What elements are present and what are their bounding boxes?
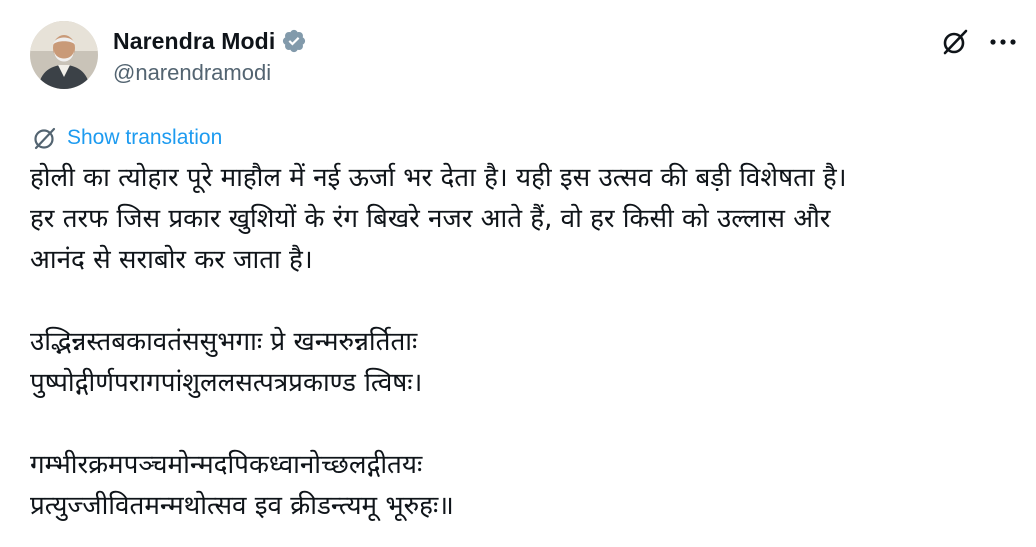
verified-badge-icon[interactable] (281, 28, 307, 54)
avatar-image (30, 21, 98, 89)
author-name-row: Narendra Modi (113, 24, 307, 58)
author-display-name[interactable]: Narendra Modi (113, 28, 275, 55)
tweet-card: Narendra Modi @narendramodi Show transla… (0, 0, 1036, 547)
tweet-line: गम्भीरक्रमपञ्चमोन्मदपिकध्वानोच्छलद्गीतयः (30, 450, 423, 480)
translate-globe-icon (32, 125, 58, 151)
tweet-line: पुष्पोद्गीर्णपरागपांशुललसत्पत्रप्रकाण्ड … (30, 368, 423, 398)
tweet-line: होली का त्योहार पूरे माहौल में नई ऊर्जा … (30, 163, 847, 193)
show-translation-link[interactable]: Show translation (32, 125, 222, 151)
tweet-text: होली का त्योहार पूरे माहौल में नई ऊर्जा … (30, 158, 1020, 527)
author-handle[interactable]: @narendramodi (113, 60, 307, 86)
tweet-line: प्रत्युज्जीवितमन्मथोत्सव इव क्रीडन्त्यमू… (30, 491, 454, 521)
tweet-line: आनंद से सराबोर कर जाता है। (30, 245, 313, 275)
avatar[interactable] (30, 21, 98, 89)
grok-icon[interactable] (938, 25, 972, 59)
show-translation-label: Show translation (67, 126, 223, 149)
tweet-top-actions (938, 25, 1020, 59)
more-horizontal-icon[interactable] (986, 25, 1020, 59)
tweet-line: उद्भिन्नस्तबकावतंससुभगाः प्रे खन्मरुन्नर… (30, 327, 418, 357)
tweet-line: हर तरफ जिस प्रकार खुशियों के रंग बिखरे न… (30, 204, 831, 234)
author-block: Narendra Modi @narendramodi (113, 24, 307, 86)
